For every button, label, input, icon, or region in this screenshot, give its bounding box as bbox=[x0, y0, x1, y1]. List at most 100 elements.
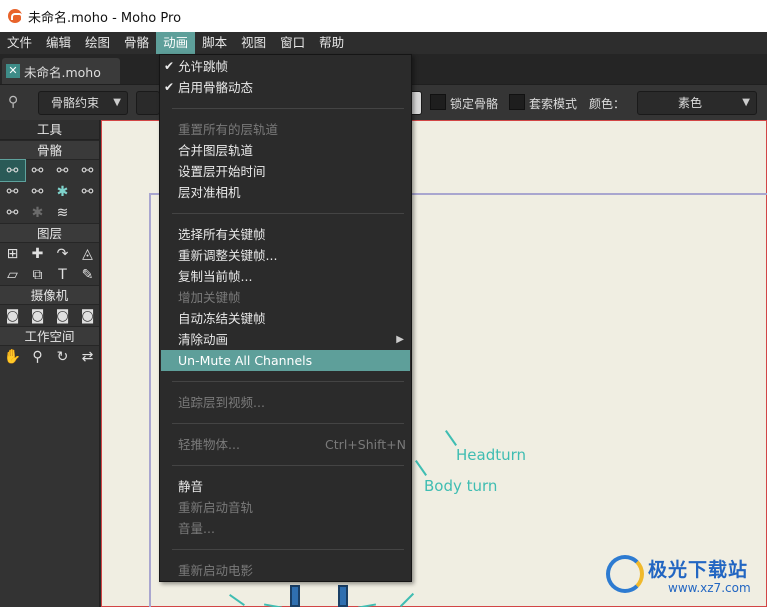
menu-separator bbox=[172, 465, 404, 466]
hand-pan-icon[interactable]: ✋ bbox=[0, 346, 25, 367]
menu-animation[interactable]: 动画 bbox=[156, 32, 196, 54]
add-bone-tool-icon[interactable]: ⚯ bbox=[50, 160, 75, 181]
lasso-mode-checkbox[interactable] bbox=[509, 94, 525, 110]
camera-section-title: 摄像机 bbox=[0, 285, 99, 305]
menu-item-clear-animation[interactable]: 清除动画 ▶ bbox=[161, 329, 410, 350]
document-tab-label: 未命名.moho bbox=[24, 64, 101, 80]
watermark-logo-icon bbox=[606, 555, 644, 593]
color-value: 素色 bbox=[678, 96, 703, 110]
menu-draw[interactable]: 绘图 bbox=[78, 32, 117, 54]
orbit-workspace-icon[interactable]: ⇄ bbox=[75, 346, 100, 367]
menu-item-add-keyframe[interactable]: 增加关键帧 bbox=[161, 287, 410, 308]
switch-layer-tool-icon[interactable]: ▱ bbox=[0, 264, 25, 285]
bone-constraint-value: 骨骼约束 bbox=[51, 96, 100, 110]
title-bar: 未命名.moho - Moho Pro bbox=[0, 0, 767, 32]
character-leg-left[interactable] bbox=[290, 585, 300, 607]
smart-bone-tool-icon[interactable]: ≋ bbox=[50, 202, 75, 223]
color-dropdown[interactable]: 素色 ▼ bbox=[637, 91, 757, 115]
menu-edit[interactable]: 编辑 bbox=[39, 32, 78, 54]
toolbox-title: 工具 bbox=[0, 120, 99, 140]
manipulate-bones-tool-icon[interactable]: ⚯ bbox=[25, 181, 50, 202]
window-title: 未命名.moho - Moho Pro bbox=[28, 10, 182, 26]
set-origin-tool-icon[interactable]: ⊞ bbox=[0, 243, 25, 264]
menu-item-volume[interactable]: 音量... bbox=[161, 518, 410, 539]
character-leg-right[interactable] bbox=[338, 585, 348, 607]
color-label: 颜色： bbox=[589, 97, 626, 111]
hidden-dropdown[interactable] bbox=[136, 91, 160, 115]
menu-bar: 文件 编辑 绘图 骨骼 动画 脚本 视图 窗口 帮助 bbox=[0, 32, 767, 54]
text-tool-icon[interactable]: T bbox=[50, 264, 75, 285]
menu-item-set-layer-start-time[interactable]: 设置层开始时间 bbox=[161, 161, 410, 182]
menu-separator bbox=[172, 549, 404, 550]
menu-item-mute[interactable]: 静音 bbox=[161, 476, 410, 497]
menu-item-nudge-objects[interactable]: 轻推物体... Ctrl+Shift+N bbox=[161, 434, 410, 455]
select-bone-tool-icon[interactable]: ⚯ bbox=[0, 159, 26, 182]
menu-bone[interactable]: 骨骼 bbox=[117, 32, 156, 54]
bind-points-tool-icon[interactable]: ⚯ bbox=[75, 181, 100, 202]
lock-bone-label: 锁定骨骼 bbox=[450, 97, 499, 111]
chevron-down-icon: ▼ bbox=[113, 97, 121, 108]
menu-item-select-all-keyframes[interactable]: 选择所有关键帧 bbox=[161, 224, 410, 245]
checkmark-icon: ✔ bbox=[164, 80, 175, 94]
menu-file[interactable]: 文件 bbox=[0, 32, 39, 54]
menu-item-unmute-all-channels[interactable]: Un-Mute All Channels bbox=[161, 350, 410, 371]
rotate-layer-tool-icon[interactable]: ↷ bbox=[50, 243, 75, 264]
menu-separator bbox=[172, 108, 404, 109]
animation-menu-dropdown: ✔ 允许跳帧 ✔ 启用骨骼动态 重置所有的层轨道 合并图层轨道 设置层开始时间 … bbox=[159, 54, 412, 582]
menu-item-restart-audio-track[interactable]: 重新启动音轨 bbox=[161, 497, 410, 518]
menu-item-shortcut: Ctrl+Shift+N bbox=[325, 437, 406, 452]
particle-layer-tool-icon[interactable]: ⧉ bbox=[25, 264, 50, 285]
transform-layer-tool-icon[interactable]: ✚ bbox=[25, 243, 50, 264]
menu-item-label: 轻推物体... bbox=[178, 437, 240, 452]
menu-separator bbox=[172, 213, 404, 214]
zoom-magnifier-icon[interactable]: ⚲ bbox=[25, 346, 50, 367]
checkmark-icon: ✔ bbox=[164, 59, 175, 73]
menu-item-copy-current-frame[interactable]: 复制当前帧... bbox=[161, 266, 410, 287]
eyedropper-tool-icon[interactable]: ✎ bbox=[75, 264, 100, 285]
site-watermark: 极光下载站 www.xz7.com bbox=[602, 551, 762, 601]
menu-item-track-layer-to-video[interactable]: 追踪层到视频... bbox=[161, 392, 410, 413]
workspace-tools: ✋ ⚲ ↻ ⇄ bbox=[0, 346, 99, 367]
bone-constraint-dropdown[interactable]: 骨骼约束 ▼ bbox=[38, 91, 128, 115]
menu-item-rescale-keyframes[interactable]: 重新调整关键帧... bbox=[161, 245, 410, 266]
menu-item-label: 启用骨骼动态 bbox=[178, 80, 254, 95]
bones-section-title: 骨骼 bbox=[0, 140, 99, 160]
roll-camera-icon[interactable]: ◙ bbox=[50, 305, 75, 326]
menu-item-reset-all-layer-channels[interactable]: 重置所有的层轨道 bbox=[161, 119, 410, 140]
bone-physics-tool-icon[interactable]: ✱ bbox=[25, 202, 50, 223]
submenu-arrow-icon: ▶ bbox=[396, 334, 404, 345]
layer-tools: ⊞ ✚ ↷ ◬ ▱ ⧉ T ✎ bbox=[0, 243, 99, 285]
lock-bone-checkbox[interactable] bbox=[430, 94, 446, 110]
rotate-workspace-icon[interactable]: ↻ bbox=[50, 346, 75, 367]
toolbox-panel: 工具 骨骼 ⚯ ⚯ ⚯ ⚯ ⚯ ⚯ ✱ ⚯ ⚯ ✱ ≋ 图层 ⊞ ✚ ↷ ◬ ▱… bbox=[0, 120, 100, 607]
lasso-mode-label: 套索模式 bbox=[529, 97, 578, 111]
translate-bone-tool-icon[interactable]: ⚯ bbox=[25, 160, 50, 181]
close-tab-icon[interactable]: ✕ bbox=[6, 64, 20, 78]
menu-item-merge-layer-channels[interactable]: 合并图层轨道 bbox=[161, 140, 410, 161]
shear-layer-tool-icon[interactable]: ◬ bbox=[75, 243, 100, 264]
menu-item-enable-bone-dynamics[interactable]: ✔ 启用骨骼动态 bbox=[161, 77, 410, 98]
body-turn-label: Body turn bbox=[424, 477, 498, 495]
menu-item-layer-face-camera[interactable]: 层对准相机 bbox=[161, 182, 410, 203]
headturn-label: Headturn bbox=[456, 446, 527, 464]
menu-view[interactable]: 视图 bbox=[234, 32, 273, 54]
reparent-bone-tool-icon[interactable]: ⚯ bbox=[75, 160, 100, 181]
bone-tool-icon: ⚲ bbox=[8, 94, 19, 110]
menu-item-allow-frame-skip[interactable]: ✔ 允许跳帧 bbox=[161, 56, 410, 77]
menu-separator bbox=[172, 423, 404, 424]
track-camera-icon[interactable]: ◙ bbox=[0, 305, 25, 326]
pan-tilt-camera-icon[interactable]: ◙ bbox=[75, 305, 100, 326]
zoom-camera-icon[interactable]: ◙ bbox=[25, 305, 50, 326]
bind-layer-tool-icon[interactable]: ✱ bbox=[50, 181, 75, 202]
document-tab[interactable]: ✕ 未命名.moho bbox=[2, 58, 120, 84]
menu-item-restart-movie[interactable]: 重新启动电影 bbox=[161, 560, 410, 581]
layers-section-title: 图层 bbox=[0, 223, 99, 243]
bone-strength-tool-icon[interactable]: ⚯ bbox=[0, 181, 25, 202]
menu-separator bbox=[172, 381, 404, 382]
offset-bone-tool-icon[interactable]: ⚯ bbox=[0, 202, 25, 223]
menu-item-auto-freeze-keyframes[interactable]: 自动冻结关键帧 bbox=[161, 308, 410, 329]
menu-scripts[interactable]: 脚本 bbox=[195, 32, 234, 54]
chevron-down-icon: ▼ bbox=[742, 97, 750, 108]
menu-help[interactable]: 帮助 bbox=[312, 32, 351, 54]
menu-window[interactable]: 窗口 bbox=[273, 32, 312, 54]
